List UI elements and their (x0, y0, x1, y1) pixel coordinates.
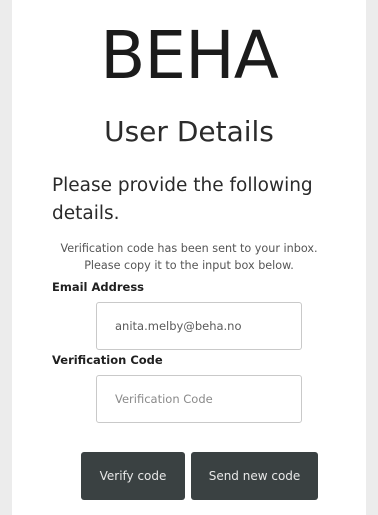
verify-code-button[interactable]: Verify code (81, 452, 185, 500)
instruction-text: Please provide the following details. (52, 175, 313, 224)
verification-code-input[interactable] (96, 375, 302, 423)
page-title: User Details (104, 115, 274, 148)
user-details-panel: BEHA User Details Please provide the fol… (12, 0, 366, 515)
notice-line-2: Please copy it to the input box below. (84, 259, 294, 272)
verification-code-label: Verification Code (52, 353, 163, 367)
email-field[interactable] (96, 302, 302, 350)
send-new-code-button[interactable]: Send new code (191, 452, 318, 500)
verification-notice: Verification code has been sent to your … (12, 240, 366, 274)
notice-line-1: Verification code has been sent to your … (60, 242, 318, 255)
email-label: Email Address (52, 280, 145, 294)
brand-logo: BEHA (100, 17, 279, 94)
